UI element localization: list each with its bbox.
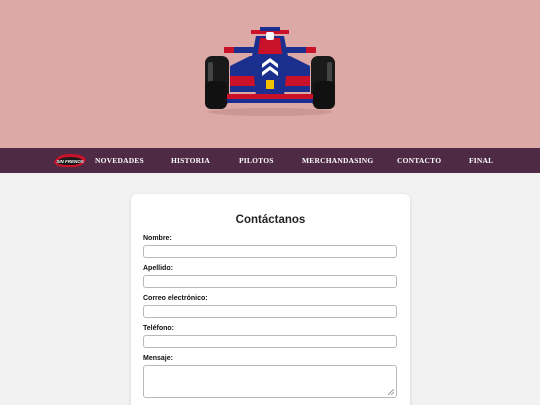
contact-form-card: Contáctanos Nombre: Apellido: Correo ele… bbox=[131, 194, 410, 405]
main-navbar: SIN FRENOS NOVEDADES HISTORIA PILOTOS ME… bbox=[0, 148, 540, 173]
apellido-label: Apellido: bbox=[143, 265, 173, 272]
telefono-label: Teléfono: bbox=[143, 325, 174, 332]
nav-item-novedades[interactable]: NOVEDADES bbox=[95, 148, 144, 173]
nombre-input[interactable] bbox=[143, 245, 397, 258]
telefono-input[interactable] bbox=[143, 335, 397, 348]
correo-input[interactable] bbox=[143, 305, 397, 318]
nav-item-historia[interactable]: HISTORIA bbox=[171, 148, 210, 173]
correo-label: Correo electrónico: bbox=[143, 295, 208, 302]
apellido-input[interactable] bbox=[143, 275, 397, 288]
mensaje-label: Mensaje: bbox=[143, 355, 173, 362]
nav-item-contacto[interactable]: CONTACTO bbox=[397, 148, 441, 173]
formula-one-car-image bbox=[205, 27, 335, 116]
nav-item-merchandasing[interactable]: MERCHANDASING bbox=[302, 148, 373, 173]
nav-item-final[interactable]: FINAL bbox=[469, 148, 493, 173]
svg-text:SIN FRENOS: SIN FRENOS bbox=[56, 159, 84, 164]
mensaje-textarea[interactable] bbox=[143, 365, 397, 398]
nav-item-pilotos[interactable]: PILOTOS bbox=[239, 148, 274, 173]
brand-logo[interactable]: SIN FRENOS bbox=[52, 152, 88, 169]
hero-banner bbox=[0, 0, 540, 148]
contact-form-title: Contáctanos bbox=[235, 214, 306, 226]
resize-grip-icon[interactable] bbox=[388, 389, 394, 395]
nombre-label: Nombre: bbox=[143, 235, 172, 242]
